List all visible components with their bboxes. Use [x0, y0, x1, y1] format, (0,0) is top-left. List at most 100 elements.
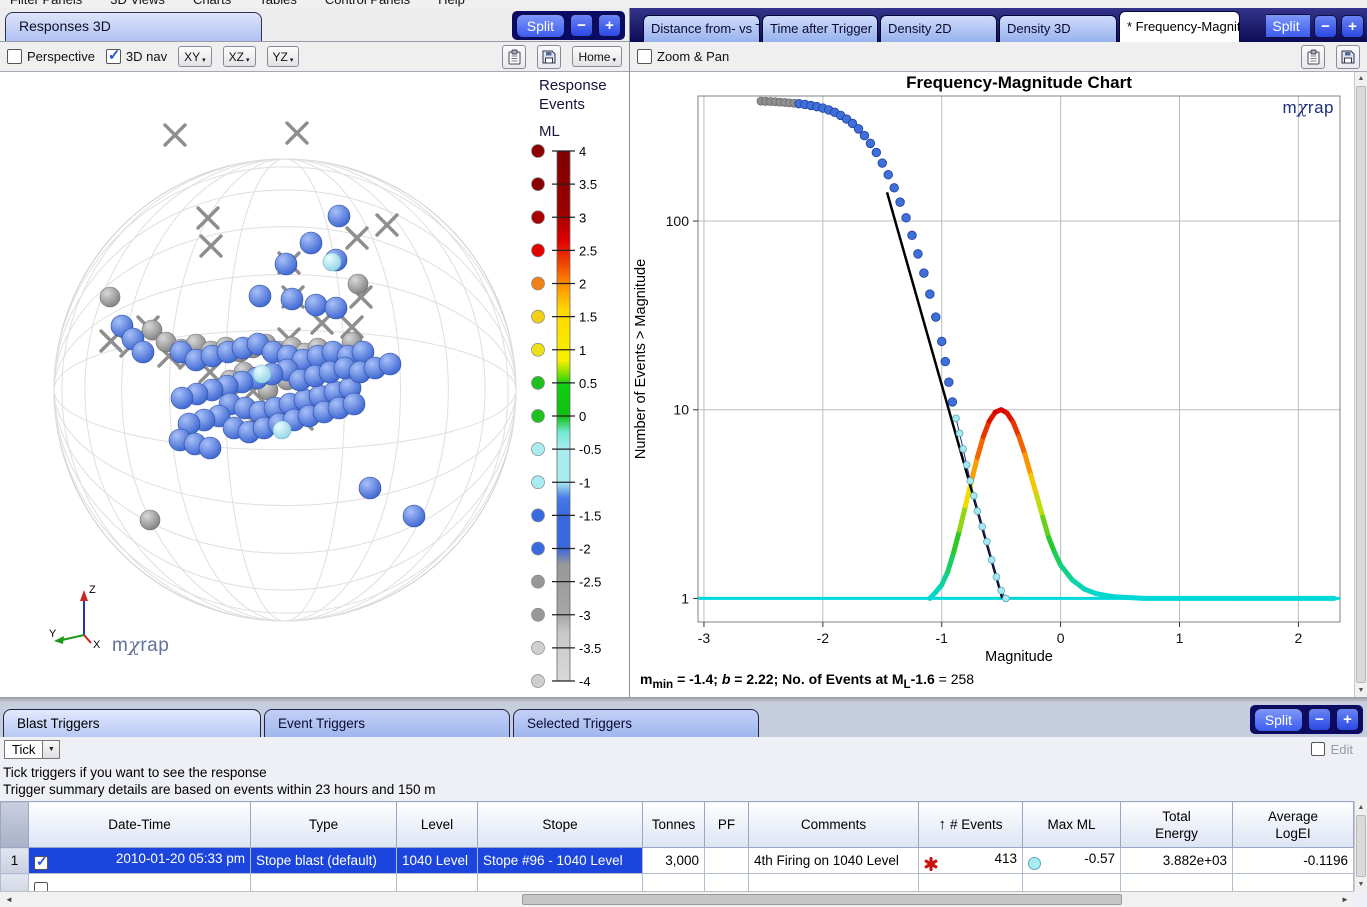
view-xy-button[interactable]: XY▾ — [178, 46, 212, 67]
bottom-collapse-button[interactable]: − — [1308, 708, 1331, 731]
scrollbar-thumb[interactable] — [1356, 815, 1366, 877]
trigger-info-text: Tick triggers if you want to see the res… — [0, 761, 1367, 801]
mxrap-logo: mχrap — [112, 634, 169, 657]
col-max-ml[interactable]: Max ML — [1023, 802, 1121, 848]
3d-view[interactable]: Z Y X mχrap Response Events ML 4 — [0, 72, 629, 697]
left-split-button[interactable]: Split — [516, 14, 565, 38]
row-tick-checkbox[interactable] — [34, 882, 48, 891]
home-label: Home — [578, 50, 610, 64]
bottom-split-button[interactable]: Split — [1254, 708, 1303, 732]
right-collapse-button[interactable]: − — [1314, 15, 1337, 38]
row-tick-checkbox[interactable] — [34, 856, 48, 870]
zoom-pan-checkbox-box[interactable] — [637, 49, 652, 64]
save-view-button[interactable] — [537, 45, 561, 69]
edit-checkbox[interactable] — [1311, 742, 1325, 756]
view-xy-label: XY — [184, 50, 200, 64]
tab-density-2d[interactable]: Density 2D — [880, 15, 997, 42]
col-pf[interactable]: PF — [705, 802, 749, 848]
col-tonnes[interactable]: Tonnes — [643, 802, 705, 848]
scroll-up-icon[interactable]: ▲ — [1355, 801, 1367, 814]
left-collapse-button[interactable]: − — [570, 14, 593, 37]
svg-text:-1.5: -1.5 — [579, 508, 601, 523]
chart-canvas[interactable]: -3-2-1012110100Frequency-Magnitude Chart… — [630, 72, 1354, 669]
svg-text:-1: -1 — [935, 630, 948, 646]
tab-distance-vs-time[interactable]: Distance from- vs T — [643, 15, 760, 42]
tick-dropdown[interactable]: Tick ▼ — [4, 740, 60, 759]
table-row[interactable]: 1 2010-01-20 05:33 pm Stope blast (defau… — [1, 848, 1354, 874]
col-type[interactable]: Type — [251, 802, 397, 848]
right-split-button[interactable]: Split — [1266, 14, 1310, 38]
3d-nav-checkbox[interactable]: 3D nav — [106, 49, 167, 64]
scroll-down-icon[interactable]: ▼ — [1355, 684, 1367, 697]
table-row-partial[interactable] — [1, 874, 1354, 892]
tab-responses-3d[interactable]: Responses 3D — [5, 12, 262, 41]
row-number: 1 — [1, 848, 29, 874]
tab-time-after-trigger[interactable]: Time after Trigger — [762, 15, 878, 42]
scrollbar-thumb[interactable] — [1356, 86, 1366, 683]
col-total-energy[interactable]: Total Energy — [1121, 802, 1233, 848]
col-num-events[interactable]: ↑# Events — [919, 802, 1023, 848]
scroll-down-icon[interactable]: ▼ — [1355, 878, 1367, 891]
blast-marker-icon — [924, 857, 938, 871]
col-level[interactable]: Level — [397, 802, 478, 848]
left-panel-controls: Split − + — [512, 11, 625, 40]
menu-tables[interactable]: Tables — [259, 0, 297, 7]
cell-total-energy: 3.882e+03 — [1121, 848, 1233, 874]
edit-control: Edit — [1311, 742, 1363, 757]
ml-colorbar: 43.532.521.510.50-0.5-1-1.5-2-2.5-3-3.5-… — [527, 141, 627, 689]
view-xz-button[interactable]: XZ▾ — [223, 46, 256, 67]
perspective-checkbox-box[interactable] — [7, 49, 22, 64]
svg-text:-4: -4 — [579, 674, 591, 689]
cell-num-events: 413 — [919, 848, 1023, 874]
right-tab-bar: Distance from- vs T Time after Trigger D… — [630, 8, 1367, 42]
col-stope[interactable]: Stope — [478, 802, 643, 848]
view-yz-button[interactable]: YZ▾ — [267, 46, 300, 67]
tab-event-triggers[interactable]: Event Triggers — [264, 709, 510, 737]
hscrollbar-thumb[interactable] — [522, 894, 1122, 905]
zoom-pan-checkbox[interactable]: Zoom & Pan — [637, 49, 729, 64]
menu-3d-views[interactable]: 3D Views — [110, 0, 165, 7]
chart-copy-button[interactable] — [1301, 45, 1325, 69]
bottom-expand-button[interactable]: + — [1336, 708, 1359, 731]
menu-charts[interactable]: Charts — [193, 0, 231, 7]
responses-3d-panel: Responses 3D Split − + Perspective 3D na… — [0, 8, 630, 697]
left-toolbar: Perspective 3D nav XY▾ XZ▾ YZ▾ Home▾ — [0, 42, 629, 72]
svg-text:-0.5: -0.5 — [579, 442, 601, 457]
svg-text:0: 0 — [579, 409, 586, 424]
col-average-logei[interactable]: Average LogEI — [1233, 802, 1354, 848]
tab-selected-triggers[interactable]: Selected Triggers — [513, 709, 759, 737]
3d-nav-checkbox-box[interactable] — [106, 49, 121, 64]
svg-text:Number of Events > Magnitude: Number of Events > Magnitude — [633, 259, 649, 459]
chevron-down-icon: ▾ — [202, 56, 206, 64]
tab-frequency-magnitude[interactable]: * Frequency-Magnit — [1119, 11, 1240, 42]
left-tab-bar: Responses 3D Split − + — [0, 8, 629, 42]
col-comments[interactable]: Comments — [749, 802, 919, 848]
table-vertical-scrollbar[interactable]: ▲ ▼ — [1354, 801, 1367, 891]
chart-toolbar: Zoom & Pan — [630, 42, 1367, 72]
horizontal-scrollbar[interactable]: ◄ ► — [0, 891, 1354, 907]
menu-filter-panels[interactable]: Filter Panels — [10, 0, 82, 7]
svg-text:1.5: 1.5 — [579, 310, 597, 325]
left-expand-button[interactable]: + — [598, 14, 621, 37]
ml-legend: Response Events ML 43.532.521.510.50-0.5… — [527, 76, 627, 694]
chart-save-button[interactable] — [1336, 45, 1360, 69]
scroll-left-icon[interactable]: ◄ — [2, 893, 16, 906]
save-icon — [1340, 49, 1356, 65]
svg-text:-3.5: -3.5 — [579, 641, 601, 656]
copy-view-button[interactable] — [502, 45, 526, 69]
home-view-button[interactable]: Home▾ — [572, 46, 622, 67]
cell-level: 1040 Level — [397, 848, 478, 874]
scroll-right-icon[interactable]: ► — [1338, 893, 1352, 906]
chart-vertical-scrollbar[interactable]: ▲ ▼ — [1354, 72, 1367, 697]
menu-control-panels[interactable]: Control Panels — [325, 0, 410, 7]
menu-help[interactable]: Help — [438, 0, 465, 7]
tab-blast-triggers[interactable]: Blast Triggers — [3, 709, 261, 737]
col-date-time[interactable]: Date-Time — [29, 802, 251, 848]
svg-text:100: 100 — [666, 213, 690, 229]
perspective-checkbox[interactable]: Perspective — [7, 49, 95, 64]
scroll-up-icon[interactable]: ▲ — [1355, 72, 1367, 85]
right-expand-button[interactable]: + — [1341, 15, 1364, 38]
cell-stope: Stope #96 - 1040 Level — [478, 848, 643, 874]
tab-density-3d[interactable]: Density 3D — [999, 15, 1117, 42]
frequency-magnitude-chart[interactable]: -3-2-1012110100Frequency-Magnitude Chart… — [630, 72, 1354, 697]
